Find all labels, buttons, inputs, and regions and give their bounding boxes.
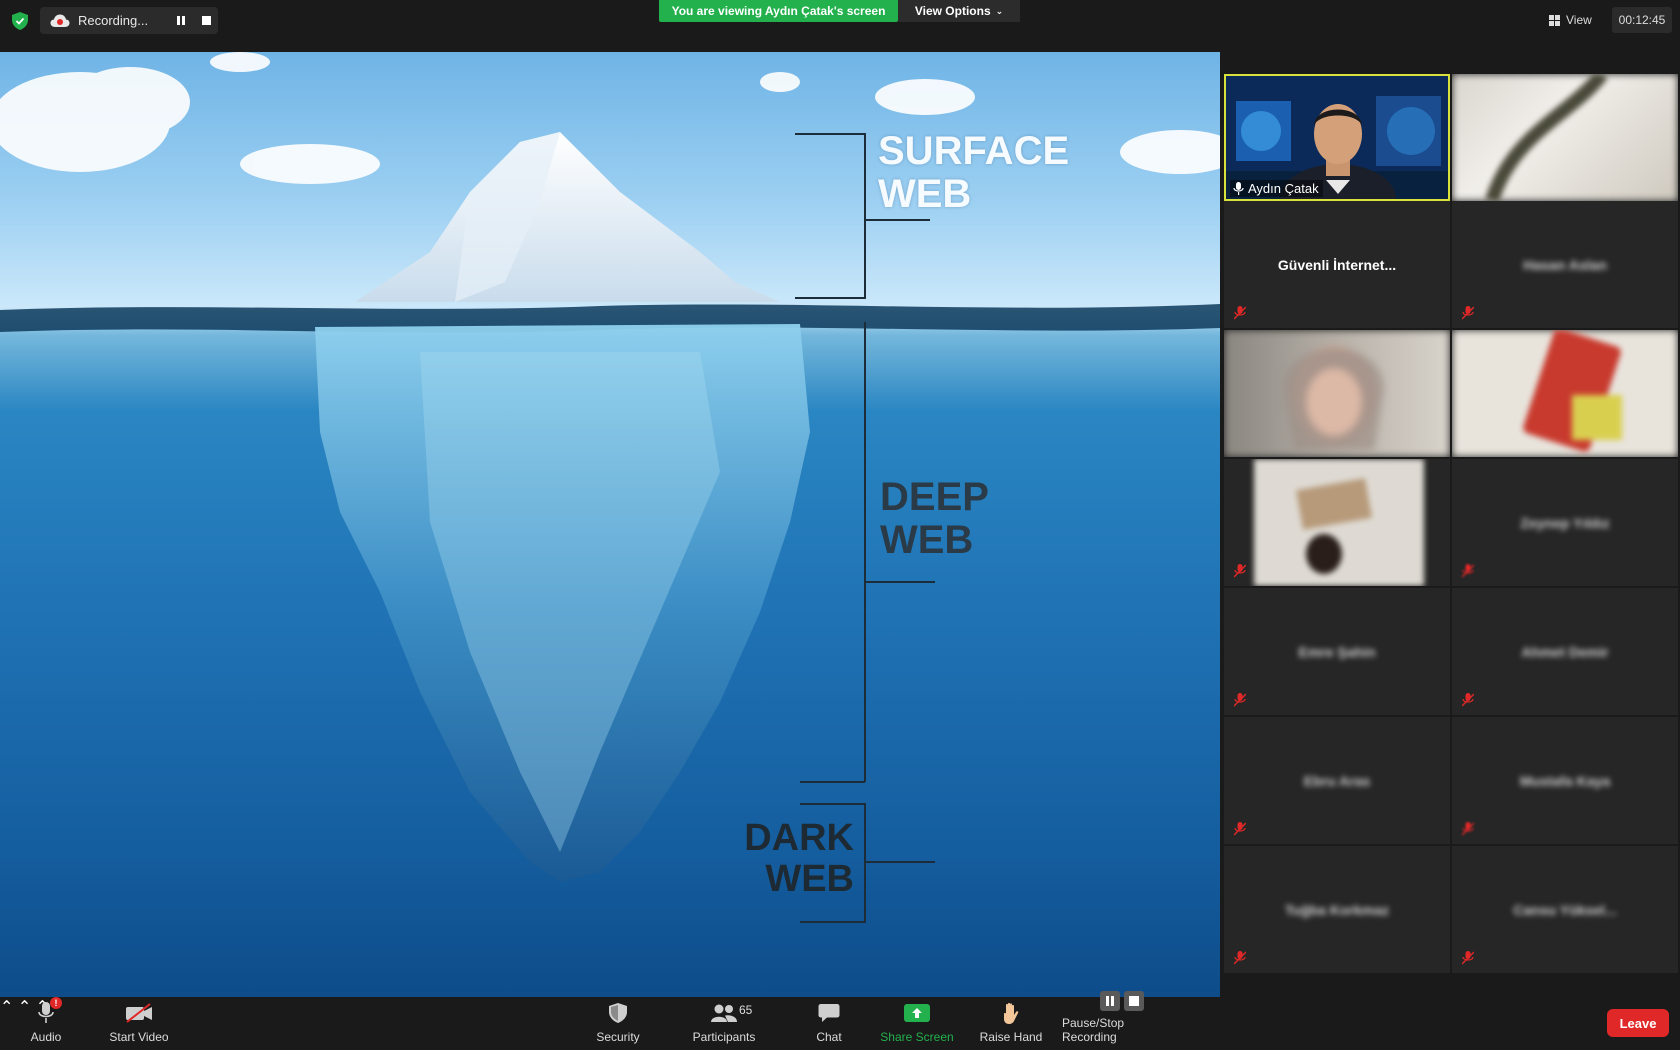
dark-line1: DARK	[744, 817, 854, 859]
video-off-icon	[125, 1001, 153, 1025]
view-options-button[interactable]: View Options ⌄	[898, 0, 1020, 22]
participant-tile-video[interactable]	[1224, 459, 1450, 586]
chevron-down-icon: ⌄	[995, 5, 1004, 16]
deep-line1: DEEP	[880, 475, 989, 519]
chat-button[interactable]: Chat	[814, 997, 844, 1050]
raise-hand-label: Raise Hand	[979, 1030, 1043, 1044]
participant-name: Cansu Yüksel...	[1513, 901, 1617, 918]
microphone-icon	[1233, 182, 1244, 195]
shield-check-icon[interactable]	[12, 12, 28, 30]
cloud-recording-icon	[50, 14, 70, 27]
audio-label: Audio	[30, 1030, 62, 1044]
share-screen-icon	[903, 1001, 931, 1025]
audio-warning-badge: !	[50, 997, 62, 1009]
share-screen-button[interactable]: Share Screen	[880, 997, 954, 1050]
view-options-label: View Options	[914, 4, 991, 18]
stop-recording-button[interactable]	[202, 16, 211, 25]
deep-line2: WEB	[880, 518, 974, 563]
surface-line2: WEB	[878, 172, 972, 217]
participants-count: 65	[739, 1003, 753, 1017]
dark-line2: WEB	[765, 858, 854, 901]
meeting-timer: 00:12:45	[1612, 7, 1672, 33]
audio-button[interactable]: ! Audio	[22, 997, 70, 1050]
participant-gallery: Aydın Çatak Güvenli İnternet... Hasan As…	[1220, 52, 1680, 1005]
participant-tile[interactable]: Emre Şahin	[1224, 588, 1450, 715]
participant-video	[1523, 330, 1622, 452]
leave-button[interactable]: Leave	[1607, 1009, 1669, 1037]
participant-tile[interactable]: Ebru Aras	[1224, 717, 1450, 844]
audio-options-caret-icon[interactable]: ⌃	[0, 999, 13, 1016]
participant-tile-active-speaker[interactable]: Aydın Çatak	[1224, 74, 1450, 201]
chat-label: Chat	[816, 1030, 842, 1044]
active-speaker-name: Aydın Çatak	[1248, 181, 1319, 196]
dark-web-label: DARK WEB	[738, 817, 854, 901]
pause-stop-icon	[1099, 991, 1145, 1011]
muted-microphone-icon	[1462, 693, 1474, 707]
participants-label: Participants	[692, 1030, 756, 1044]
participant-video	[1254, 459, 1424, 586]
participant-tile[interactable]: Zeynep Yıldız	[1452, 459, 1678, 586]
recording-indicator: Recording...	[40, 7, 218, 34]
view-button[interactable]: View	[1549, 9, 1607, 31]
security-button[interactable]: Security	[592, 997, 644, 1050]
participant-name: Ahmet Demir	[1521, 643, 1609, 660]
participant-tile[interactable]: Tuğba Korkmaz	[1224, 846, 1450, 973]
chat-icon	[815, 1001, 843, 1025]
muted-microphone-icon	[1234, 306, 1246, 320]
shield-icon	[604, 1001, 632, 1025]
start-video-label: Start Video	[109, 1030, 169, 1044]
security-label: Security	[596, 1030, 640, 1044]
muted-microphone-icon	[1462, 306, 1474, 320]
participant-name: Zeynep Yıldız	[1520, 514, 1610, 531]
muted-microphone-icon	[1462, 564, 1474, 578]
raise-hand-button[interactable]: Raise Hand	[978, 997, 1044, 1050]
participant-video	[1284, 345, 1384, 450]
top-bar: Recording... You are viewing Aydın Çatak…	[0, 0, 1680, 52]
shared-screen: SURFACE WEB DEEP WEB DARK WEB	[0, 52, 1220, 997]
participant-name: Tuğba Korkmaz	[1285, 901, 1389, 918]
deep-web-label: DEEP WEB	[880, 475, 989, 563]
pause-stop-label: Pause/Stop Recording	[1062, 1016, 1125, 1044]
meeting-toolbar: ! Audio ⌃ Start Video Security Participa…	[0, 991, 1680, 1050]
participant-tile[interactable]: Cansu Yüksel...	[1452, 846, 1678, 973]
muted-microphone-icon	[1462, 951, 1474, 965]
participant-tile[interactable]: Ahmet Demir	[1452, 588, 1678, 715]
view-label: View	[1566, 13, 1592, 27]
participant-tile[interactable]: Hasan Aslan	[1452, 201, 1678, 328]
surface-line1: SURFACE	[878, 129, 1070, 173]
zoom-meeting-window: Recording... You are viewing Aydın Çatak…	[0, 0, 1680, 1050]
recording-label: Recording...	[78, 13, 149, 28]
participant-name: Emre Şahin	[1298, 643, 1376, 660]
participant-name: Mustafa Kaya	[1519, 772, 1611, 789]
participant-tile-video[interactable]	[1452, 74, 1678, 201]
pause-stop-recording-button[interactable]: Pause/Stop Recording	[1062, 991, 1182, 1050]
raise-hand-icon	[997, 1001, 1025, 1025]
share-screen-label: Share Screen	[880, 1030, 954, 1044]
participant-video	[1485, 74, 1608, 201]
viewing-screen-banner: You are viewing Aydın Çatak's screen	[659, 0, 898, 22]
participant-name: Ebru Aras	[1303, 772, 1371, 789]
grid-view-icon	[1549, 14, 1560, 26]
participant-tile[interactable]: Güvenli İnternet...	[1224, 201, 1450, 328]
muted-microphone-icon	[1234, 564, 1246, 578]
participants-icon	[710, 1001, 738, 1025]
participant-name: Güvenli İnternet...	[1277, 256, 1397, 273]
active-speaker-name-tag: Aydın Çatak	[1230, 180, 1323, 197]
muted-microphone-icon	[1462, 822, 1474, 836]
muted-microphone-icon	[1234, 693, 1246, 707]
microphone-icon: !	[32, 997, 62, 1025]
muted-microphone-icon	[1234, 951, 1246, 965]
participant-tile-video[interactable]	[1452, 330, 1678, 457]
surface-web-label: SURFACE WEB	[878, 129, 1070, 217]
pause-recording-button[interactable]	[174, 14, 188, 28]
participant-tile[interactable]: Mustafa Kaya	[1452, 717, 1678, 844]
muted-microphone-icon	[1234, 822, 1246, 836]
start-video-button[interactable]: Start Video	[104, 997, 174, 1050]
participant-name: Hasan Aslan	[1523, 256, 1607, 273]
participant-tile-video[interactable]	[1224, 330, 1450, 457]
